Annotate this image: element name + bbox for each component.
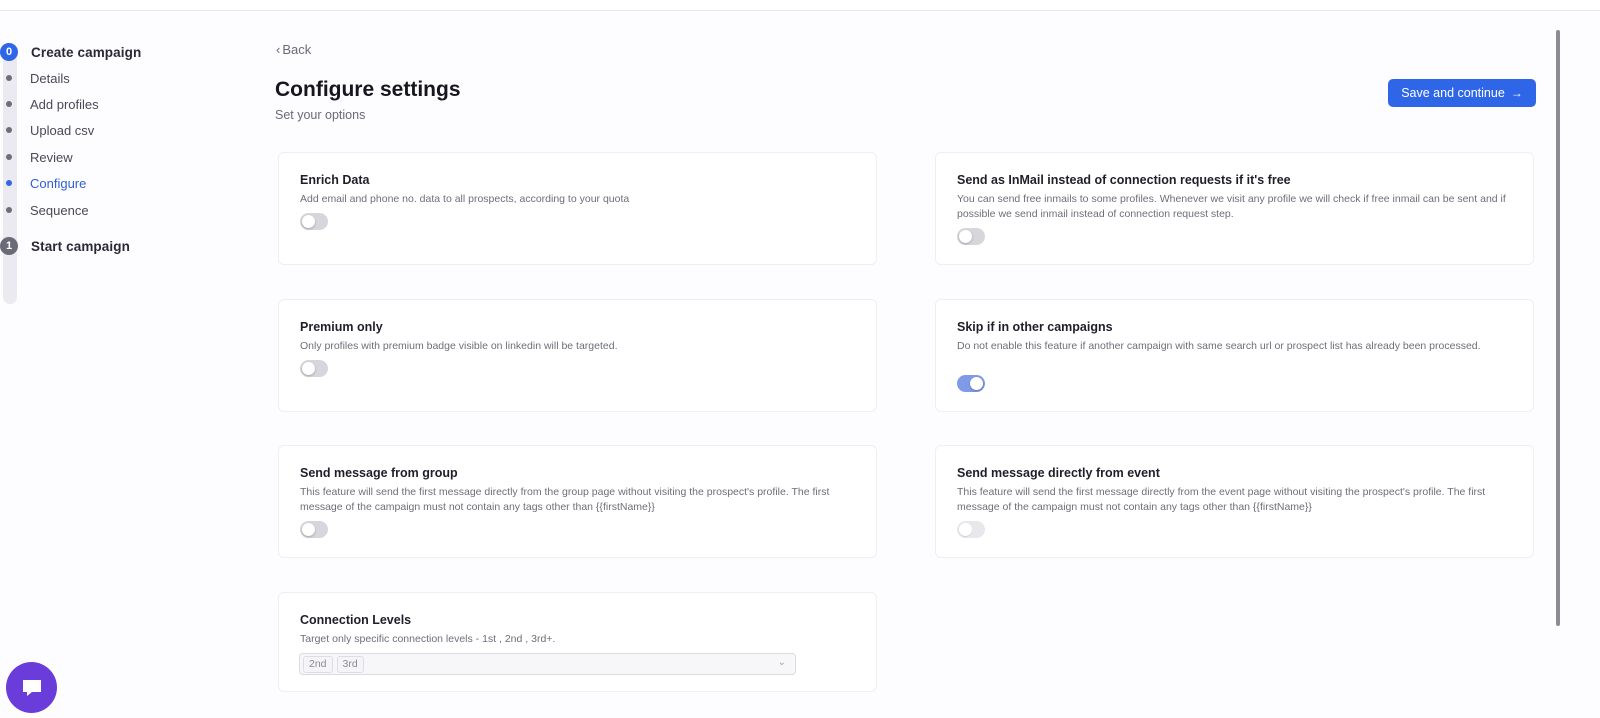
step-title: Create campaign [31,44,142,60]
setting-card-send-as-inmail: Send as InMail instead of connection req… [935,152,1534,265]
page-title: Configure settings [275,78,461,101]
send-as-inmail-toggle[interactable] [957,228,985,245]
substep-label: Upload csv [30,122,95,138]
setting-card-skip-other-campaigns: Skip if in other campaigns Do not enable… [935,299,1534,412]
substep-sequence[interactable]: Sequence [0,201,89,219]
chat-icon [22,679,41,696]
substep-label: Sequence [30,202,89,218]
setting-description: Add email and phone no. data to all pros… [300,193,630,205]
enrich-data-toggle[interactable] [300,213,328,230]
substep-label-active: Configure [30,175,87,191]
send-from-event-toggle[interactable] [957,521,985,538]
setting-card-send-from-group: Send message from group This feature wil… [278,445,877,558]
top-bar [0,0,1600,11]
save-and-continue-button[interactable]: Save and continue → [1388,79,1536,107]
chat-launcher-button[interactable] [6,662,57,713]
setting-title: Send as InMail instead of connection req… [957,173,1291,187]
setting-description: This feature will send the first message… [957,486,1486,513]
toggle-knob [959,230,972,243]
setting-card-premium-only: Premium only Only profiles with premium … [278,299,877,412]
setting-title: Send message from group [300,466,458,480]
setting-title: Premium only [300,320,383,334]
step-number-badge: 0 [0,43,18,61]
substep-dot [6,127,12,133]
setting-description: This feature will send the first message… [300,486,830,513]
setting-title: Skip if in other campaigns [957,320,1113,334]
substep-upload-csv[interactable]: Upload csv [0,121,94,139]
step-create-campaign[interactable]: 0 Create campaign [0,42,141,62]
toggle-knob [959,523,972,536]
setting-description: Target only specific connection levels -… [300,633,556,645]
step-start-campaign[interactable]: 1 Start campaign [0,236,130,256]
substep-label: Add profiles [30,96,99,112]
substep-dot-active [6,180,12,186]
arrow-right-icon: → [1510,86,1523,100]
toggle-knob [302,362,315,375]
toggle-knob [302,215,315,228]
selected-level-tag[interactable]: 2nd [303,655,333,673]
setting-title: Send message directly from event [957,466,1160,480]
substep-dot [6,207,12,213]
send-from-group-toggle[interactable] [300,521,328,538]
skip-other-campaigns-toggle[interactable] [957,375,985,392]
substep-dot [6,154,12,160]
page-scrollbar[interactable] [1556,30,1560,626]
chevron-left-icon: ‹ [276,42,281,57]
save-button-label: Save and continue [1401,86,1505,100]
setting-title: Connection Levels [300,613,412,627]
chevron-down-icon: ⌄ [777,657,786,668]
page-subtitle: Set your options [275,108,366,122]
substep-review[interactable]: Review [0,148,73,166]
step-number-badge: 1 [0,237,18,255]
premium-only-toggle[interactable] [300,360,328,377]
connection-levels-select[interactable]: 2nd 3rd ⌄ [299,653,796,675]
substep-dot [6,101,12,107]
setting-card-connection-levels: Connection Levels Target only specific c… [278,592,877,692]
setting-title: Enrich Data [300,173,370,187]
setting-description: Only profiles with premium badge visible… [300,340,618,352]
substep-label: Details [30,70,70,86]
substep-add-profiles[interactable]: Add profiles [0,95,99,113]
toggle-knob [302,523,315,536]
selected-level-tag[interactable]: 3rd [336,655,364,673]
substep-dot [6,75,12,81]
setting-card-send-from-event: Send message directly from event This fe… [935,445,1534,558]
setting-description: You can send free inmails to some profil… [957,193,1506,220]
step-title: Start campaign [31,238,130,254]
substep-configure[interactable]: Configure [0,174,86,192]
setting-card-enrich-data: Enrich Data Add email and phone no. data… [278,152,877,265]
toggle-knob [970,377,983,390]
back-label: Back [282,42,312,57]
substep-details[interactable]: Details [0,69,70,87]
back-link[interactable]: ‹ Back [276,42,311,57]
substep-label: Review [30,149,73,165]
setting-description: Do not enable this feature if another ca… [957,340,1481,352]
